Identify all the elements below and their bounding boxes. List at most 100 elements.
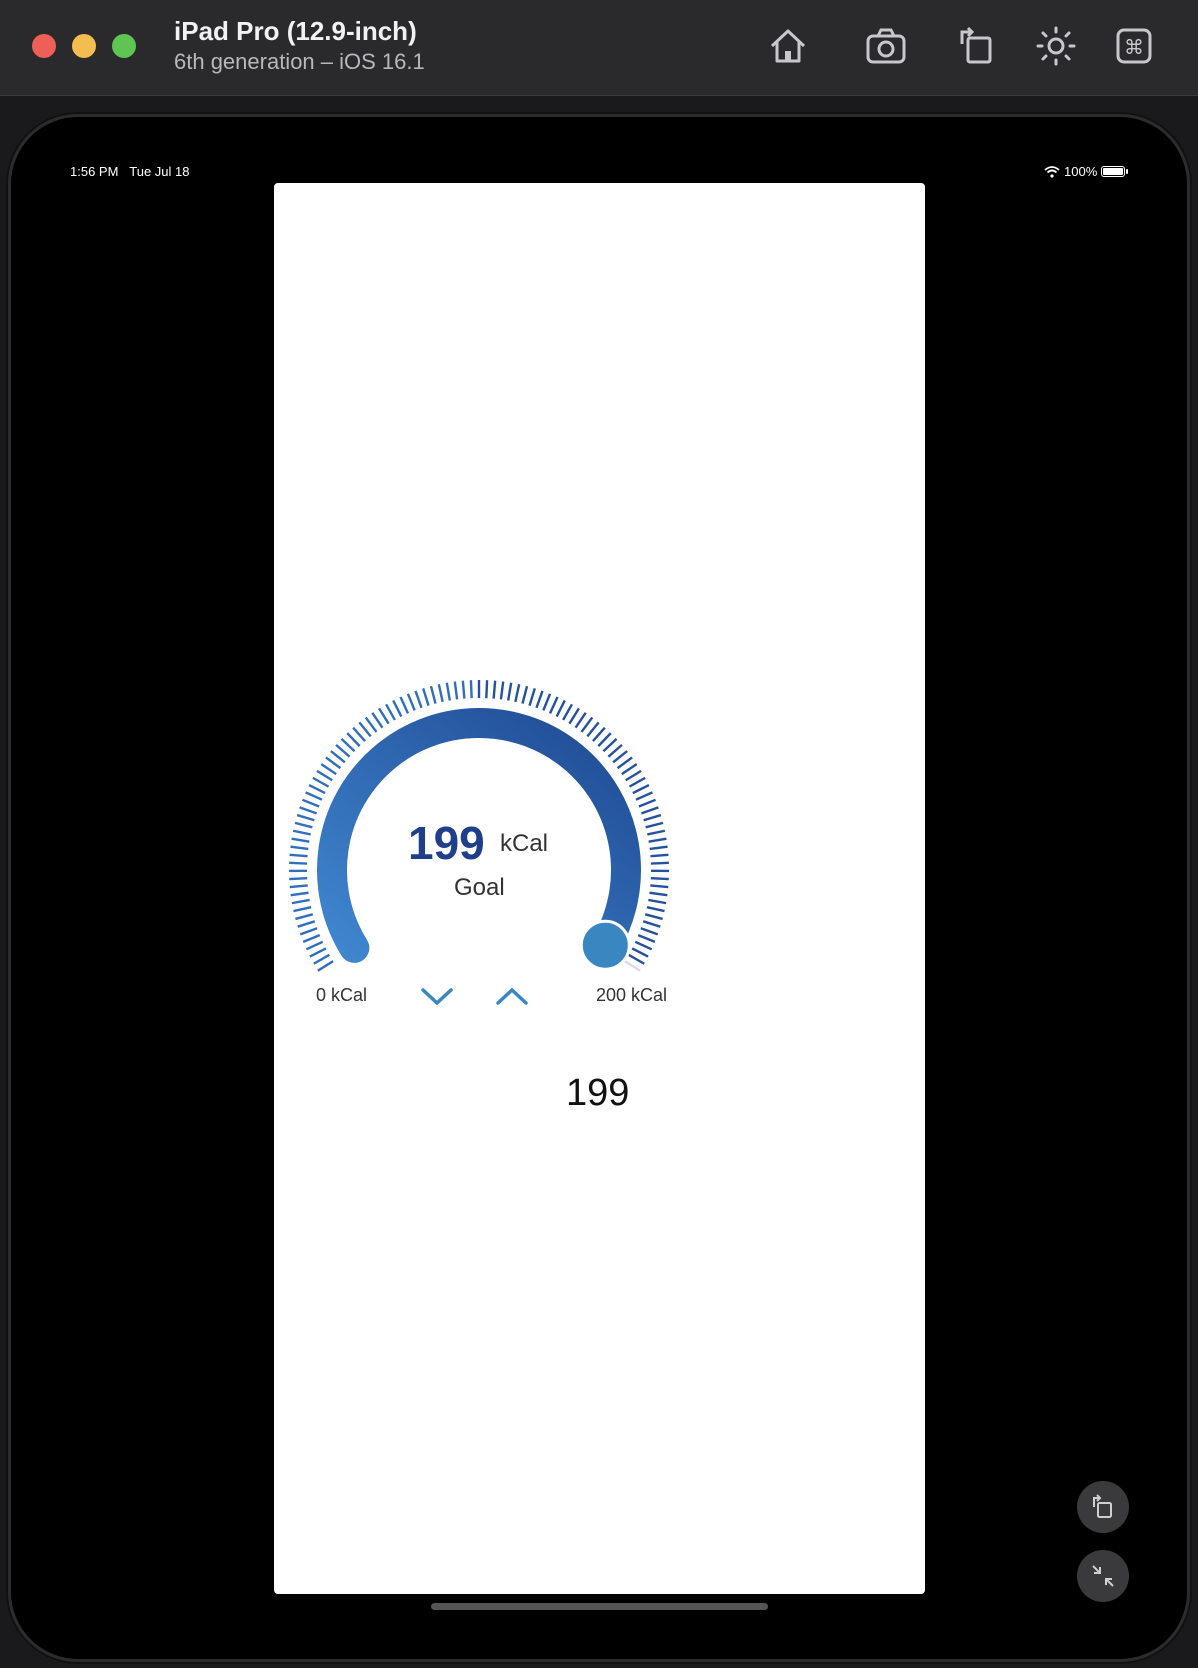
gauge-min-label: 0 kCal bbox=[316, 985, 368, 1005]
gauge-tick bbox=[650, 861, 669, 865]
gauge-tick bbox=[309, 947, 327, 958]
gauge-tick bbox=[299, 927, 318, 936]
gauge-tick bbox=[634, 940, 653, 951]
home-icon[interactable] bbox=[764, 22, 812, 70]
gauge-tick bbox=[640, 806, 659, 815]
shrink-window-button[interactable] bbox=[1077, 1550, 1129, 1602]
gauge-tick bbox=[358, 721, 372, 738]
status-date: Tue Jul 18 bbox=[129, 164, 190, 179]
gauge-tick bbox=[635, 791, 653, 801]
zoom-window-button[interactable] bbox=[112, 34, 136, 58]
gauge-tick bbox=[646, 905, 665, 913]
gauge-tick bbox=[313, 953, 330, 965]
gauge-tick bbox=[574, 712, 587, 729]
gauge-tick bbox=[648, 898, 667, 905]
gauge-tick bbox=[406, 693, 416, 711]
gauge-tick bbox=[317, 960, 334, 972]
gauge-tick bbox=[316, 769, 333, 782]
gauge-tick bbox=[312, 776, 330, 788]
gauge-tick bbox=[535, 690, 544, 709]
gauge-tick bbox=[562, 703, 573, 721]
wifi-icon bbox=[1044, 165, 1060, 178]
gauge-tick bbox=[514, 684, 521, 703]
gauge-tick bbox=[528, 688, 536, 706]
gauge-tick bbox=[292, 829, 311, 836]
gauge-tick bbox=[289, 853, 308, 858]
gauge-tick bbox=[650, 853, 669, 858]
home-indicator[interactable] bbox=[431, 1603, 768, 1610]
gauge-tick bbox=[320, 763, 337, 776]
minimize-window-button[interactable] bbox=[72, 34, 96, 58]
gauge-tick bbox=[305, 791, 323, 801]
gauge-tick bbox=[649, 891, 668, 897]
gauge-tick bbox=[437, 684, 444, 703]
status-time: 1:56 PM Tue Jul 18 bbox=[70, 164, 190, 179]
gauge-tick bbox=[325, 756, 342, 770]
svg-text:⌘: ⌘ bbox=[1124, 35, 1144, 59]
gauge-tick bbox=[650, 876, 669, 881]
gauge-tick bbox=[548, 696, 559, 714]
gauge-tick bbox=[602, 738, 618, 753]
gauge-tick bbox=[644, 913, 663, 921]
gauge-tick bbox=[445, 682, 452, 701]
gauge-tick bbox=[499, 681, 505, 700]
rotate-icon bbox=[1093, 1494, 1112, 1518]
value-readout: 199 bbox=[566, 1072, 630, 1114]
gauge-tick bbox=[461, 680, 466, 699]
gauge-tick bbox=[469, 680, 473, 699]
gauge-tick bbox=[485, 680, 489, 699]
gauge-tick bbox=[592, 726, 606, 742]
gauge-tick bbox=[521, 685, 529, 704]
decrement-button[interactable] bbox=[417, 980, 457, 1012]
gauge-tick bbox=[289, 861, 308, 865]
gauge-tick bbox=[625, 769, 642, 782]
gauge-tick bbox=[289, 884, 308, 889]
gauge-tick bbox=[568, 707, 580, 725]
gauge-tick bbox=[291, 898, 310, 905]
camera-icon[interactable] bbox=[862, 22, 910, 70]
gauge-tick bbox=[352, 726, 366, 742]
rotate-device-button[interactable] bbox=[1077, 1481, 1129, 1533]
gauge-tick bbox=[364, 716, 378, 733]
gauge-tick bbox=[399, 696, 410, 714]
gauge-tick bbox=[650, 884, 669, 889]
gauge-tick bbox=[302, 933, 321, 944]
gauge-tick bbox=[297, 920, 316, 928]
gauge-tick bbox=[645, 821, 664, 829]
gauge-tick bbox=[308, 783, 326, 795]
gauge-tick bbox=[638, 798, 657, 808]
command-icon[interactable]: ⌘ bbox=[1110, 22, 1158, 70]
gauge-tick bbox=[647, 829, 666, 836]
gauge-tick bbox=[305, 940, 324, 951]
battery-percent: 100% bbox=[1064, 164, 1098, 179]
gauge-tick bbox=[296, 813, 315, 822]
gauge-tick bbox=[414, 690, 423, 709]
gauge-tick bbox=[621, 763, 638, 776]
gauge-tick bbox=[429, 685, 437, 704]
gauge-tick bbox=[542, 693, 552, 711]
gauge-tick bbox=[346, 732, 361, 747]
gauge-max-label: 200 kCal bbox=[596, 985, 668, 1005]
gauge-tick bbox=[335, 743, 351, 758]
rotate-icon[interactable] bbox=[952, 22, 1000, 70]
brightness-icon[interactable] bbox=[1032, 22, 1080, 70]
gauge-tick bbox=[453, 681, 459, 700]
gauge-tick bbox=[371, 712, 384, 729]
gauge-tick bbox=[506, 682, 513, 701]
gauge-thumb[interactable] bbox=[579, 919, 631, 971]
close-window-button[interactable] bbox=[32, 34, 56, 58]
gauge-value: 199 bbox=[408, 817, 485, 869]
increment-button[interactable] bbox=[492, 980, 532, 1012]
simulator-titlebar: iPad Pro (12.9-inch) 6th generation – iO… bbox=[0, 0, 1198, 96]
gauge-tick bbox=[607, 743, 623, 758]
battery-icon bbox=[1101, 166, 1129, 177]
gauge-tick bbox=[290, 891, 309, 897]
device-title: iPad Pro (12.9-inch) bbox=[174, 16, 417, 46]
shrink-arrows-icon bbox=[1092, 1565, 1114, 1587]
gauge-tick bbox=[289, 876, 308, 881]
gauge-tick bbox=[295, 913, 314, 921]
gauge-tick bbox=[649, 845, 668, 851]
gauge-tick bbox=[624, 960, 641, 972]
gauge-tick bbox=[294, 821, 313, 829]
gauge-tick bbox=[392, 699, 403, 718]
